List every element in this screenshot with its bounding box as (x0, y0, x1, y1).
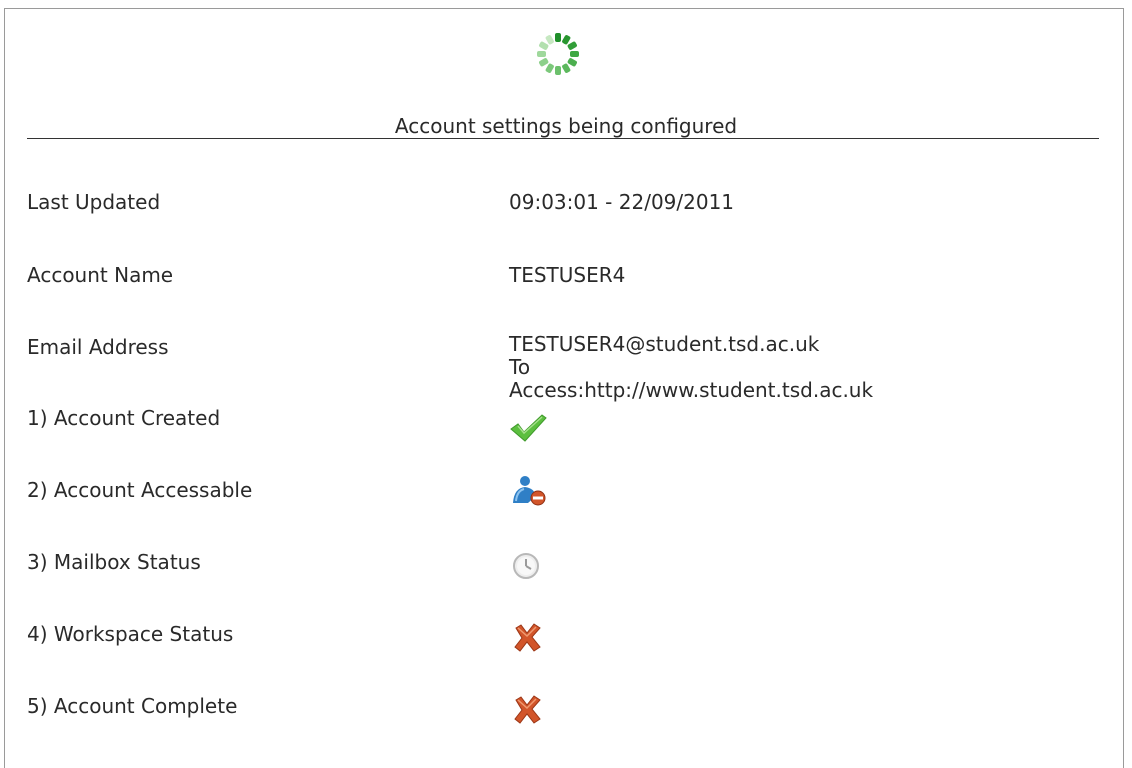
email-address-block: TESTUSER4@student.tsd.ac.uk To Access:ht… (509, 333, 873, 402)
account-name-label: Account Name (27, 263, 174, 287)
page-title: Account settings being configured (394, 114, 738, 138)
access-note-line2: Access:http://www.student.tsd.ac.uk (509, 378, 874, 402)
last-updated-label: Last Updated (27, 190, 161, 214)
step-workspace-status-label: 4) Workspace Status (27, 622, 234, 646)
email-address-label: Email Address (27, 335, 169, 359)
user-blocked-icon (513, 476, 546, 506)
account-name-value: TESTUSER4 (509, 263, 626, 287)
step-account-complete-label: 5) Account Complete (27, 694, 238, 718)
loading-spinner-icon (537, 33, 579, 75)
step-account-accessable-label: 2) Account Accessable (27, 478, 253, 502)
clock-icon (513, 553, 539, 579)
cross-icon (514, 623, 541, 652)
access-note-line1: To (509, 355, 531, 379)
last-updated-value: 09:03:01 - 22/09/2011 (509, 190, 735, 214)
title-divider (27, 138, 1099, 139)
step-mailbox-status-label: 3) Mailbox Status (27, 550, 201, 574)
check-icon (510, 414, 547, 442)
cross-icon (514, 695, 541, 724)
step-account-created-label: 1) Account Created (27, 406, 221, 430)
email-address-value: TESTUSER4@student.tsd.ac.uk (509, 332, 820, 356)
